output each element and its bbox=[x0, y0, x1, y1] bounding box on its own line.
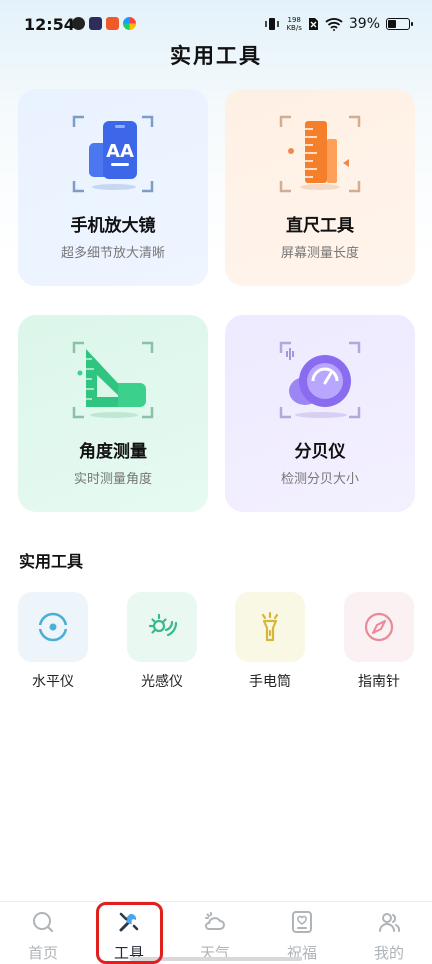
card-title: 手机放大镜 bbox=[70, 216, 156, 236]
wifi-icon bbox=[325, 18, 343, 31]
light-sensor-icon bbox=[148, 613, 178, 637]
card-subtitle: 实时测量角度 bbox=[73, 472, 152, 487]
card-decibel[interactable]: 分贝仪 检测分贝大小 bbox=[225, 315, 415, 512]
net-speed-value: 198 bbox=[287, 16, 301, 24]
weather-icon bbox=[205, 912, 225, 930]
status-app-icons bbox=[72, 17, 136, 30]
profile-icon bbox=[379, 913, 401, 932]
tool-label: 水平仪 bbox=[32, 674, 74, 690]
net-speed-unit: KB/s bbox=[286, 24, 302, 32]
no-sim-icon bbox=[308, 18, 318, 30]
bottom-nav: 首页 工具 天气 祝福 我的 bbox=[0, 901, 432, 964]
card-subtitle: 检测分贝大小 bbox=[280, 472, 359, 487]
tool-compass-box[interactable] bbox=[344, 592, 414, 662]
tool-label: 光感仪 bbox=[141, 674, 183, 690]
level-icon bbox=[38, 612, 68, 642]
vibrate-icon bbox=[265, 18, 280, 30]
card-ruler[interactable]: 直尺工具 屏幕测量长度 bbox=[225, 89, 415, 286]
battery-icon bbox=[386, 18, 413, 30]
card-title: 分贝仪 bbox=[294, 442, 346, 462]
tool-flashlight[interactable]: 手电筒 bbox=[235, 592, 305, 691]
card-subtitle: 屏幕测量长度 bbox=[280, 246, 359, 261]
tool-light-sensor-box[interactable] bbox=[127, 592, 197, 662]
nav-item-weather[interactable]: 天气 bbox=[172, 902, 258, 964]
card-title: 直尺工具 bbox=[286, 216, 354, 236]
ruler-icon bbox=[279, 115, 361, 193]
tool-label: 指南针 bbox=[358, 674, 400, 690]
battery-fill bbox=[388, 20, 396, 28]
page-title: 实用工具 bbox=[170, 44, 262, 68]
app-icon-4 bbox=[123, 17, 136, 30]
tool-level[interactable]: 水平仪 bbox=[18, 592, 88, 691]
tool-compass[interactable]: 指南针 bbox=[344, 592, 414, 691]
nav-label: 我的 bbox=[373, 944, 404, 962]
compass-icon bbox=[364, 612, 394, 642]
tool-flashlight-box[interactable] bbox=[235, 592, 305, 662]
greeting-icon bbox=[292, 911, 312, 933]
app-icon-3 bbox=[106, 17, 119, 30]
svg-text:AA: AA bbox=[106, 141, 134, 162]
magnifier-phone-icon: AA bbox=[72, 115, 154, 193]
status-time: 12:54 bbox=[24, 15, 75, 34]
nav-item-profile[interactable]: 我的 bbox=[346, 902, 432, 964]
highlight-box bbox=[96, 902, 163, 964]
tools-section-title: 实用工具 bbox=[19, 552, 84, 571]
nav-label: 首页 bbox=[27, 944, 58, 962]
protractor-icon bbox=[72, 341, 154, 419]
tool-light-sensor[interactable]: 光感仪 bbox=[127, 592, 197, 691]
card-magnifier[interactable]: AA 手机放大镜 超多细节放大清晰 bbox=[18, 89, 208, 286]
flashlight-icon bbox=[261, 611, 279, 642]
nav-item-greetings[interactable]: 祝福 bbox=[259, 902, 345, 964]
tool-level-box[interactable] bbox=[18, 592, 88, 662]
battery-percent: 39% bbox=[348, 16, 380, 32]
net-speed: 198 KB/s bbox=[286, 16, 301, 32]
app-icon-2 bbox=[89, 17, 102, 30]
tool-label: 手电筒 bbox=[249, 674, 291, 690]
card-angle[interactable]: 角度测量 实时测量角度 bbox=[18, 315, 208, 512]
nav-item-home[interactable]: 首页 bbox=[0, 902, 86, 964]
decibel-meter-icon bbox=[279, 341, 361, 419]
card-subtitle: 超多细节放大清晰 bbox=[60, 246, 165, 261]
home-search-icon bbox=[33, 912, 54, 933]
status-right: 198 KB/s 39% bbox=[264, 16, 413, 32]
app-icon-1 bbox=[72, 17, 85, 30]
card-title: 角度测量 bbox=[79, 442, 147, 462]
